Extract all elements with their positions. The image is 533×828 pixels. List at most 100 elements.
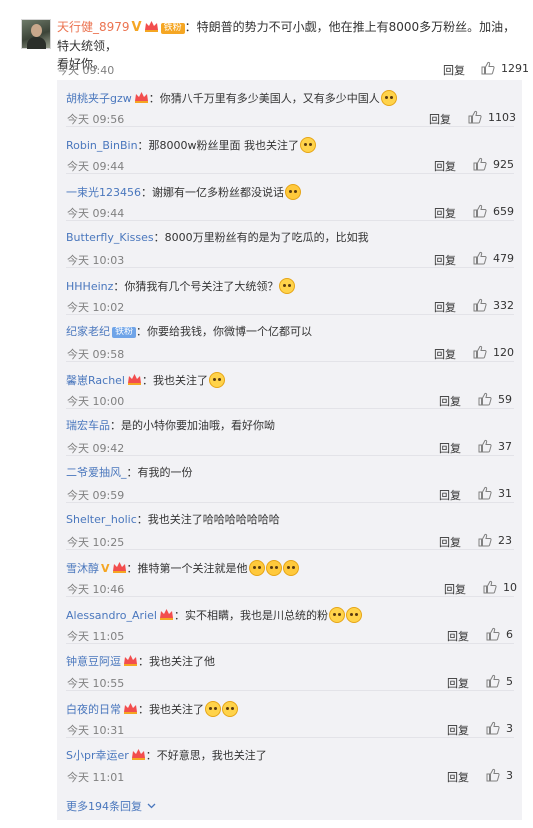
thumbs-up-icon — [486, 674, 500, 688]
like-button[interactable]: 332 — [473, 298, 514, 312]
thumbs-up-icon — [478, 392, 492, 406]
timestamp: 今天 09:44 — [67, 207, 125, 220]
timestamp: 今天 11:01 — [67, 771, 125, 784]
username-link[interactable]: 瑞宏车品 — [66, 419, 110, 432]
reply-text: 一束光123456：谢娜有一亿多粉丝都没说话 — [66, 184, 301, 200]
reply-button[interactable]: 回复 — [439, 487, 461, 503]
username-link[interactable]: 一束光123456 — [66, 186, 141, 199]
like-button[interactable]: 1103 — [468, 110, 516, 124]
reply-content: ：我也关注了哈哈哈哈哈哈哈 — [136, 513, 280, 526]
timestamp: 今天 10:03 — [67, 254, 125, 267]
like-count: 10 — [503, 580, 517, 594]
more-replies-link[interactable]: 更多194条回复 — [66, 798, 156, 814]
reply-button[interactable]: 回复 — [439, 440, 461, 456]
reply-button[interactable]: 回复 — [447, 628, 469, 644]
thumbs-up-icon — [486, 721, 500, 735]
reply-text: 雪沐醇 V ：推特第一个关注就是他 — [66, 560, 299, 576]
username-link[interactable]: 纪家老纪 — [66, 325, 110, 338]
like-button[interactable]: 59 — [478, 392, 512, 406]
like-button[interactable]: 6 — [486, 627, 513, 641]
timestamp: 今天 10:31 — [67, 724, 125, 737]
username-link[interactable]: 二爷爱抽风_ — [66, 466, 127, 479]
like-button[interactable]: 479 — [473, 251, 514, 265]
username-link[interactable]: HHHeinz — [66, 280, 113, 293]
emoji-icon — [380, 90, 397, 106]
reply-button[interactable]: 回复 — [434, 346, 456, 362]
reply-item: Shelter_holic：我也关注了哈哈哈哈哈哈哈 今天 10:25 回复 2… — [57, 503, 522, 550]
username-link[interactable]: Robin_BinBin — [66, 139, 138, 152]
thumbs-up-icon — [473, 204, 487, 218]
like-button[interactable]: 659 — [473, 204, 514, 218]
thumbs-up-icon — [473, 345, 487, 359]
like-count: 3 — [506, 721, 513, 735]
reply-text: S小pr幸运er ：不好意思，我也关注了 — [66, 748, 267, 763]
reply-text: 瑞宏车品：是的小特你要加油哦，看好你呦 — [66, 419, 275, 433]
username-link[interactable]: 钟意豆阿逗 — [66, 655, 121, 668]
reply-button[interactable]: 回复 — [447, 769, 469, 785]
vip-crown-icon — [112, 562, 126, 573]
like-button[interactable]: 3 — [486, 768, 513, 782]
reply-button[interactable]: 回复 — [447, 675, 469, 691]
emoji-icon — [300, 137, 317, 153]
like-button[interactable]: 120 — [473, 345, 514, 359]
username-link[interactable]: 雪沐醇 — [66, 562, 99, 575]
timestamp: 今天 09:40 — [57, 64, 115, 77]
vip-crown-icon — [159, 609, 173, 620]
like-button[interactable]: 37 — [478, 439, 512, 453]
reply-button[interactable]: 回复 — [434, 252, 456, 268]
reply-item: 雪沐醇 V ：推特第一个关注就是他 今天 10:46 回复 10 — [57, 550, 522, 597]
reply-button[interactable]: 回复 — [434, 205, 456, 221]
laugh-emoji-icon — [248, 560, 265, 576]
like-button[interactable]: 10 — [483, 580, 517, 594]
thumbs-up-icon — [473, 251, 487, 265]
like-count: 59 — [498, 392, 512, 406]
reply-content: ：我也关注了 — [138, 703, 204, 716]
reply-button[interactable]: 回复 — [447, 722, 469, 738]
vip-crown-icon — [134, 92, 148, 103]
timestamp: 今天 09:58 — [67, 348, 125, 361]
reply-button[interactable]: 回复 — [434, 299, 456, 315]
thumbs-up-icon — [473, 298, 487, 312]
reply-text: 钟意豆阿逗 ：我也关注了他 — [66, 654, 215, 669]
username-link[interactable]: 胡桃夹子gzw — [66, 92, 132, 105]
reply-content: ：我也关注了他 — [138, 655, 215, 668]
thumbs-up-icon — [473, 157, 487, 171]
reply-button[interactable]: 回复 — [439, 534, 461, 550]
like-button[interactable]: 925 — [473, 157, 514, 171]
like-button[interactable]: 23 — [478, 533, 512, 547]
username-link[interactable]: Butterfly_Kisses — [66, 231, 154, 244]
like-button[interactable]: 3 — [486, 721, 513, 735]
reply-content: ：是的小特你要加油哦，看好你呦 — [110, 419, 275, 432]
reply-button[interactable]: 回复 — [429, 111, 451, 127]
like-count: 925 — [493, 157, 514, 171]
like-button[interactable]: 31 — [478, 486, 512, 500]
like-count: 120 — [493, 345, 514, 359]
reply-item: Robin_BinBin：那8000w粉丝里面 我也关注了 今天 09:44 回… — [57, 127, 522, 174]
reply-item: Alessandro_Ariel ：实不相瞒，我也是川总统的粉 今天 11:05 … — [57, 597, 522, 644]
laugh-emoji-icon — [265, 560, 282, 576]
username-link[interactable]: Alessandro_Ariel — [66, 609, 157, 622]
like-count: 332 — [493, 298, 514, 312]
reply-text: HHHeinz：你猜我有几个号关注了大统领？ — [66, 278, 296, 294]
reply-text: 纪家老纪 铁粉 ：你要给我钱，你微博一个亿都可以 — [66, 325, 312, 339]
reply-button[interactable]: 回复 — [434, 158, 456, 174]
username-link[interactable]: 馨崽Rachel — [66, 374, 125, 387]
thumbs-up-icon — [483, 580, 497, 594]
avatar-face — [31, 24, 42, 37]
reply-button[interactable]: 回复 — [439, 393, 461, 409]
thumbs-up-icon — [478, 533, 492, 547]
reply-button[interactable]: 回复 — [443, 62, 465, 78]
reply-button[interactable]: 回复 — [444, 581, 466, 597]
avatar[interactable] — [21, 19, 51, 49]
like-count: 37 — [498, 439, 512, 453]
username-link[interactable]: 白夜的日常 — [66, 703, 121, 716]
reply-content: ：你猜我有几个号关注了大统领？ — [113, 280, 279, 293]
like-button[interactable]: 1291 — [481, 61, 529, 75]
reply-text: Shelter_holic：我也关注了哈哈哈哈哈哈哈 — [66, 513, 280, 527]
username-link[interactable]: S小pr幸运er — [66, 749, 129, 762]
username-link[interactable]: Shelter_holic — [66, 513, 137, 526]
like-button[interactable]: 5 — [486, 674, 513, 688]
reply-content: ：8000万里粉丝有的是为了吃瓜的，比如我 — [153, 231, 369, 244]
username-link[interactable]: 天行健_8979 — [57, 20, 130, 34]
emoji-icon — [328, 607, 345, 623]
